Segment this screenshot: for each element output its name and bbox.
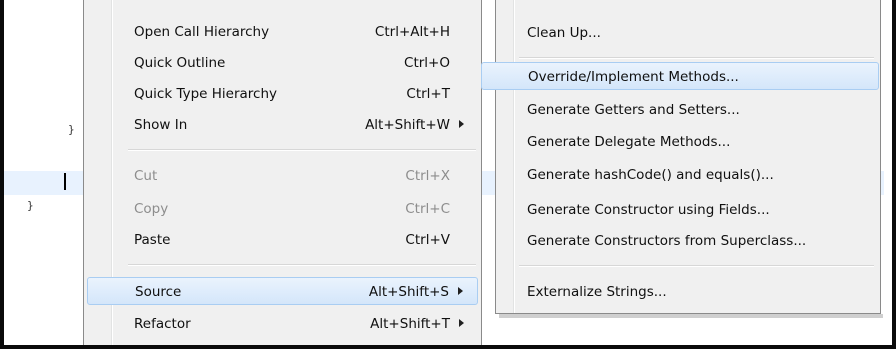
menu-item-label: Copy xyxy=(134,201,169,217)
menu-item-quick-type-hierarchy[interactable]: Quick Type Hierarchy Ctrl+T xyxy=(87,80,478,108)
submenu-item-label: Generate Constructors from Superclass... xyxy=(527,233,807,249)
menu-item-open-call-hierarchy[interactable]: Open Call Hierarchy Ctrl+Alt+H xyxy=(87,18,478,46)
source-submenu: Clean Up... Override/Implement Methods..… xyxy=(481,0,881,314)
menu-item-label: Source xyxy=(135,284,182,300)
submenu-item-label: Generate hashCode() and equals()... xyxy=(527,167,774,183)
menu-item-cut[interactable]: Cut Ctrl+X xyxy=(87,162,478,190)
menu-item-label: Refactor xyxy=(134,316,191,332)
menu-item-paste[interactable]: Paste Ctrl+V xyxy=(87,226,478,254)
context-menu: Open Call Hierarchy Ctrl+Alt+H Quick Out… xyxy=(83,0,482,345)
submenu-item-generate-constructors-superclass[interactable]: Generate Constructors from Superclass... xyxy=(481,227,879,255)
menu-separator xyxy=(128,264,476,266)
screenshot-frame: } } Open Call Hierarchy Ctrl+Alt+H Quick… xyxy=(0,0,896,349)
submenu-item-generate-hashcode-equals[interactable]: Generate hashCode() and equals()... xyxy=(481,161,879,189)
menu-item-show-in[interactable]: Show In Alt+Shift+W xyxy=(87,111,478,139)
submenu-separator xyxy=(519,57,874,59)
menu-separator xyxy=(128,149,476,151)
menu-item-shortcut: Ctrl+T xyxy=(406,86,450,102)
submenu-item-generate-getters-setters[interactable]: Generate Getters and Setters... xyxy=(481,96,879,124)
submenu-arrow-icon xyxy=(459,319,464,327)
menu-item-shortcut: Alt+Shift+W xyxy=(365,117,450,133)
submenu-item-generate-delegate-methods[interactable]: Generate Delegate Methods... xyxy=(481,128,879,156)
menu-item-shortcut: Ctrl+X xyxy=(405,168,450,184)
submenu-item-label: Generate Getters and Setters... xyxy=(527,102,740,118)
submenu-separator xyxy=(519,265,874,267)
submenu-item-generate-constructor-fields[interactable]: Generate Constructor using Fields... xyxy=(481,196,879,224)
submenu-item-label: Generate Delegate Methods... xyxy=(527,134,731,150)
menu-item-shortcut: Alt+Shift+T xyxy=(370,316,450,332)
closing-brace-outer: } xyxy=(27,199,34,212)
menu-item-shortcut: Ctrl+C xyxy=(405,201,450,217)
menu-item-label: Show In xyxy=(134,117,188,133)
submenu-item-label: Externalize Strings... xyxy=(527,284,667,300)
menu-item-label: Open Call Hierarchy xyxy=(134,24,270,40)
menu-item-shortcut: Ctrl+V xyxy=(405,232,450,248)
menu-item-label: Quick Type Hierarchy xyxy=(134,86,278,102)
text-cursor xyxy=(64,173,66,190)
menu-item-shortcut: Alt+Shift+S xyxy=(368,284,449,300)
submenu-item-override-implement-methods[interactable]: Override/Implement Methods... xyxy=(481,62,879,90)
menu-item-shortcut: Ctrl+Alt+H xyxy=(374,24,450,40)
menu-item-refactor[interactable]: Refactor Alt+Shift+T xyxy=(87,310,478,338)
menu-item-shortcut: Ctrl+O xyxy=(404,55,450,71)
submenu-item-externalize-strings[interactable]: Externalize Strings... xyxy=(481,278,879,306)
menu-item-source[interactable]: Source Alt+Shift+S xyxy=(87,277,478,305)
closing-brace-inner: } xyxy=(68,123,75,136)
menu-item-label: Quick Outline xyxy=(134,55,226,71)
submenu-arrow-icon xyxy=(459,120,464,128)
menu-item-quick-outline[interactable]: Quick Outline Ctrl+O xyxy=(87,49,478,77)
menu-item-copy[interactable]: Copy Ctrl+C xyxy=(87,195,478,223)
submenu-shadow xyxy=(499,314,883,318)
submenu-item-clean-up[interactable]: Clean Up... xyxy=(481,19,879,47)
menu-item-label: Paste xyxy=(134,232,171,248)
menu-item-label: Cut xyxy=(134,168,158,184)
submenu-arrow-icon xyxy=(458,287,463,295)
submenu-item-label: Generate Constructor using Fields... xyxy=(527,202,770,218)
submenu-item-label: Clean Up... xyxy=(527,25,601,41)
submenu-item-label: Override/Implement Methods... xyxy=(528,69,739,85)
